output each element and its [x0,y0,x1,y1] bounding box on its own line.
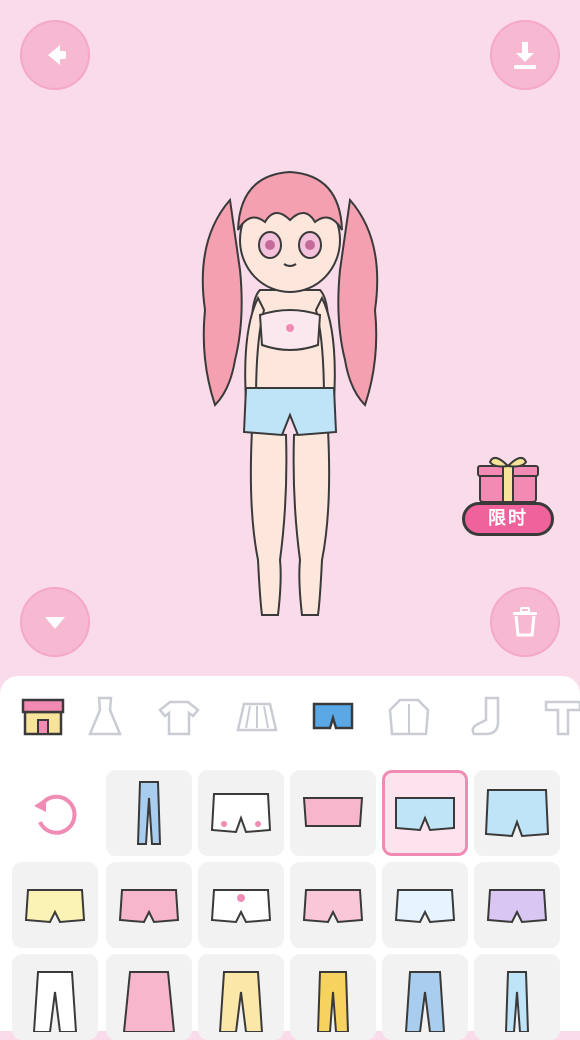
reset-icon [34,794,77,835]
item-yellow-pants[interactable] [290,954,376,1040]
shorts-icon [210,793,272,834]
bloomers-icon [210,889,272,924]
category-tabs [0,676,580,756]
bloomers-icon [24,889,86,924]
wardrobe-panel [0,676,580,1040]
pants-icon [32,971,78,1032]
item-yellow-heart-pants[interactable] [198,954,284,1040]
item-lavender-bow-shorts[interactable] [474,862,560,948]
dressup-stage: 限时 [0,0,580,680]
item-striped-bloomers[interactable] [382,862,468,948]
pants-icon [404,971,446,1032]
jeans-icon [504,971,530,1032]
item-pink-shorts[interactable] [106,862,192,948]
tab-top[interactable] [156,694,202,740]
item-pink-floral-bloomers[interactable] [290,862,376,948]
shorts-icon [486,889,548,924]
trash-icon [513,607,537,637]
tab-shop[interactable] [20,694,66,740]
sock-icon [471,696,500,736]
skirt-icon [122,971,176,1032]
bloomers-icon [302,889,364,924]
tab-skirt[interactable] [234,694,280,740]
item-blue-denim-shorts[interactable] [382,770,468,856]
tab-dress[interactable] [82,694,128,740]
shop-icon [21,698,65,736]
arrow-left-icon [48,45,66,65]
gift-icon [477,456,539,503]
item-pink-lace-up-skirt[interactable] [106,954,192,1040]
item-white-pants[interactable] [12,954,98,1040]
tab-socks[interactable] [464,694,510,740]
pants-icon [316,971,350,1032]
item-light-blue-jeans[interactable] [474,954,560,1040]
limited-offer-label: 限时 [462,502,554,536]
item-yellow-bloomers[interactable] [12,862,98,948]
item-blue-jeans[interactable] [106,770,192,856]
tab-more[interactable] [540,694,580,740]
dress-icon [88,696,122,736]
item-light-blue-shorts[interactable] [474,770,560,856]
jacket-icon [388,698,430,736]
skirt-icon [302,797,364,827]
jeans-icon [136,781,162,845]
chevron-down-icon [45,617,65,629]
character-figure [201,170,379,616]
skirt-icon [236,702,278,732]
pants-icon [218,971,264,1032]
shorts-icon [395,797,455,832]
shorts-icon [484,789,550,838]
tshirt-icon [544,700,580,736]
shirt-icon [158,700,200,736]
shorts-icon [118,889,180,924]
limited-offer-button[interactable]: 限时 [462,452,554,538]
download-button[interactable] [490,20,560,90]
item-blue-pajama-pants[interactable] [382,954,468,1040]
download-icon [514,42,536,69]
item-white-shorts-hearts[interactable] [198,770,284,856]
bloomers-icon [394,889,456,924]
clear-outfit-button[interactable] [490,587,560,657]
item-white-bloomers-heart[interactable] [198,862,284,948]
reset-button[interactable] [12,770,98,856]
tab-jacket[interactable] [386,694,432,740]
item-pink-mini-skirt[interactable] [290,770,376,856]
shorts-icon [312,702,354,730]
back-button[interactable] [20,20,90,90]
tab-bottoms[interactable] [310,694,356,740]
collapse-panel-button[interactable] [20,587,90,657]
